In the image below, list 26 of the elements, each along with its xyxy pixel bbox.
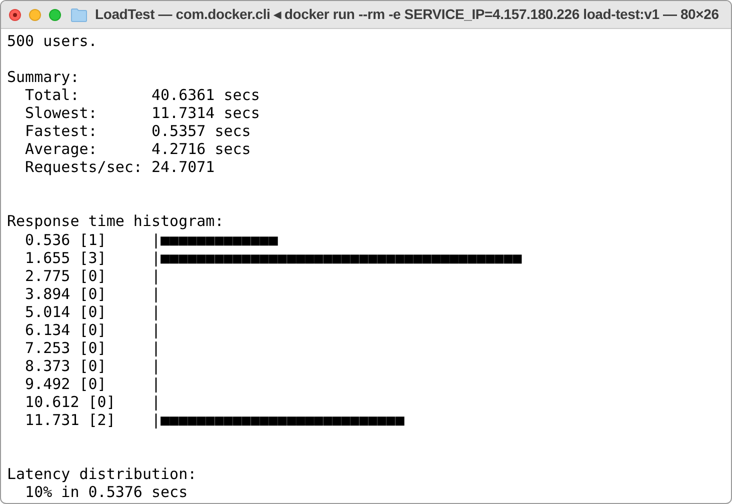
terminal-line: Summary: [7, 68, 80, 86]
terminal-line: 6.134 [0] | [24, 320, 161, 339]
terminal-line: 500 users. [7, 32, 98, 50]
terminal-line: 3.894 [0] | [24, 284, 161, 303]
window-title: LoadTest — com.docker.cli ◂ docker run --rm -e SERVICE_IP=4.157.180.226 load-test:v1 — 80×26 [95, 5, 719, 24]
terminal-line: Latency distribution: [7, 465, 197, 484]
minimize-button[interactable] [29, 8, 41, 20]
terminal-line: 5.014 [0] | [24, 302, 161, 321]
terminal-line: 1.655 [3] |■■■■■■■■■■■■■■■■■■■■■■■■■■■■■■■■■■■■■■■■ [24, 248, 522, 267]
folder-icon [71, 8, 87, 22]
terminal-line: Total: 40.6361 secs [24, 86, 260, 104]
terminal-line: 8.373 [0] | [24, 356, 161, 375]
terminal-line: Average: 4.2716 secs [24, 140, 251, 158]
terminal-line: 10.612 [0] | [24, 392, 161, 411]
terminal-line: Requests/sec: 24.7071 [24, 158, 215, 176]
close-button[interactable] [9, 8, 21, 20]
terminal-line: Slowest: 11.7314 secs [24, 104, 260, 122]
terminal-line: 9.492 [0] | [24, 374, 161, 393]
terminal-line: Fastest: 0.5357 secs [24, 122, 251, 140]
terminal-line: 7.253 [0] | [24, 338, 161, 357]
terminal-line: 2.775 [0] | [24, 266, 161, 285]
terminal-line: 11.731 [2] |■■■■■■■■■■■■■■■■■■■■■■■■■■■ [24, 410, 404, 429]
zoom-button[interactable] [49, 8, 61, 20]
terminal-line: Response time histogram: [7, 212, 224, 230]
terminal-line: 0.536 [1] |■■■■■■■■■■■■■ [24, 230, 278, 249]
terminal-line: 10% in 0.5376 secs [24, 483, 188, 502]
